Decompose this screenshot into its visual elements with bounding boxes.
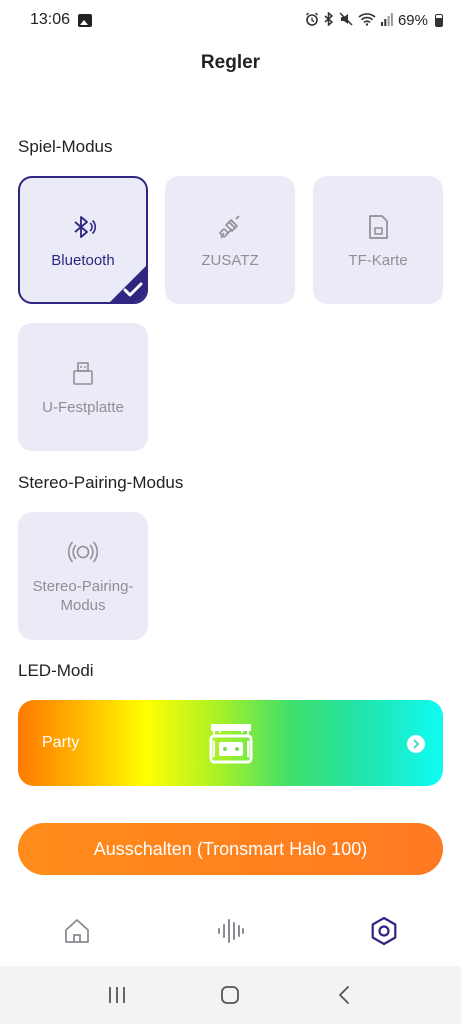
status-icons: 69% <box>305 11 443 29</box>
mode-tile-label: Bluetooth <box>51 251 115 269</box>
system-nav-bar <box>0 966 461 1024</box>
alarm-icon <box>305 12 319 28</box>
battery-percent: 69% <box>397 11 428 29</box>
nav-home[interactable] <box>0 905 154 961</box>
led-mode-selector[interactable]: Party <box>18 700 443 786</box>
stereo-pairing-icon <box>68 537 98 567</box>
stereo-pairing-tile[interactable]: Stereo-Pairing-Modus <box>18 512 148 640</box>
status-time: 13:06 <box>30 11 71 28</box>
party-speaker-icon <box>208 720 254 771</box>
bluetooth-icon <box>69 212 97 242</box>
settings-hex-icon <box>369 916 399 951</box>
mode-tile-label: TF-Karte <box>348 251 408 269</box>
equalizer-icon <box>216 917 246 950</box>
image-icon <box>78 13 93 27</box>
chevron-right-icon[interactable] <box>407 735 425 753</box>
mode-tile-aux[interactable]: ZUSATZ <box>165 176 295 304</box>
mode-tile-usb[interactable]: U-Festplatte <box>18 323 148 451</box>
led-mode-title: LED-Modi <box>18 661 94 680</box>
bottom-nav <box>0 905 461 961</box>
selected-check-icon <box>108 264 146 302</box>
back-button[interactable] <box>324 975 364 1015</box>
usb-drive-icon <box>70 359 96 389</box>
nav-equalizer[interactable] <box>154 905 308 961</box>
battery-icon <box>435 13 443 27</box>
mute-icon <box>339 12 353 28</box>
page-title: Regler <box>200 52 261 73</box>
play-mode-title: Spiel-Modus <box>18 137 113 156</box>
mode-tile-label: ZUSATZ <box>201 251 259 269</box>
recents-button[interactable] <box>97 975 137 1015</box>
home-icon <box>63 917 91 950</box>
signal-icon <box>380 12 393 28</box>
mode-tile-label: U-Festplatte <box>42 398 124 416</box>
bluetooth-status-icon <box>324 11 334 28</box>
nav-settings[interactable] <box>307 905 461 961</box>
sd-card-icon <box>365 212 391 242</box>
home-button[interactable] <box>210 975 250 1015</box>
stereo-pairing-label: Stereo-Pairing-Modus <box>32 578 134 614</box>
led-mode-current: Party <box>42 734 80 751</box>
power-off-button[interactable]: Ausschalten (Tronsmart Halo 100) <box>18 823 443 875</box>
mode-tile-tf-card[interactable]: TF-Karte <box>313 176 443 304</box>
mode-tile-bluetooth[interactable]: Bluetooth <box>18 176 148 304</box>
status-bar: 13:06 69% <box>0 0 461 40</box>
wifi-icon <box>358 12 376 28</box>
aux-cable-icon <box>216 212 244 242</box>
stereo-mode-title: Stereo-Pairing-Modus <box>18 473 184 492</box>
